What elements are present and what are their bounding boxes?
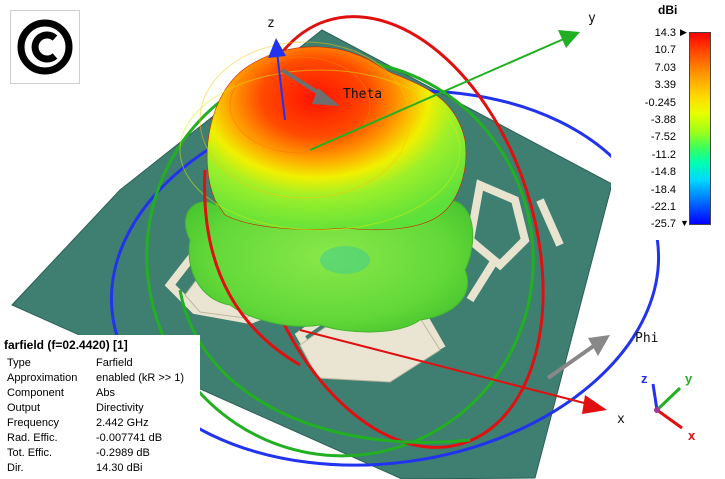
info-row-label: Output: [7, 402, 41, 414]
info-row-label: Type: [7, 357, 31, 369]
colorbar-max-arrow-icon: ▶: [680, 27, 687, 37]
x-axis-label: x: [617, 412, 625, 427]
info-row-label: Tot. Effic.: [7, 447, 53, 459]
z-axis-label: z: [267, 16, 275, 31]
colorbar-unit: dBi: [658, 3, 678, 17]
colorbar-tick-label: 14.3: [654, 27, 676, 39]
colorbar-min-arrow-icon: ▼: [680, 218, 689, 228]
triad-z-label: z: [641, 371, 648, 386]
colorbar-tick-label: 7.03: [654, 61, 676, 74]
colorbar-tick-label: 10.7: [654, 44, 676, 57]
colorbar-tick-label: -18.4: [650, 183, 676, 196]
colorbar-tick-label: -0.245: [644, 96, 676, 109]
info-row-label: Dir.: [7, 462, 24, 474]
y-axis-label: y: [588, 11, 596, 26]
info-row-value: Directivity: [96, 402, 144, 414]
info-row-value: -0.007741 dB: [96, 432, 163, 444]
info-row-value: enabled (kR >> 1): [96, 372, 185, 384]
triad-x-label: x: [688, 428, 696, 443]
info-row-label: Rad. Effic.: [7, 432, 58, 444]
info-row-label: Frequency: [7, 417, 59, 429]
info-row-value: Farfield: [96, 357, 133, 369]
phi-label: Phi: [635, 331, 658, 346]
info-row-value: -0.2989 dB: [96, 447, 150, 459]
info-row-label: Component: [7, 387, 64, 399]
orientation-triad[interactable]: x y z: [641, 371, 696, 443]
colorbar-tick-label: -11.2: [651, 148, 676, 161]
info-row-value: Abs: [96, 387, 115, 399]
colorbar-tick-label: -7.52: [650, 131, 676, 144]
colorbar-tick-label: -3.88: [650, 114, 676, 126]
info-row-value: 14.30 dBi: [96, 462, 143, 474]
triad-x-axis: [656, 408, 683, 430]
triad-origin: [654, 407, 660, 413]
info-title: farfield (f=02.4420) [1]: [4, 338, 128, 352]
triad-y-axis: [655, 386, 682, 412]
copyright-c-logo: [10, 10, 80, 84]
copyright-c-icon: [17, 19, 73, 75]
triad-y-label: y: [685, 371, 693, 386]
pattern-null-spot: [320, 246, 370, 274]
info-row-label: Approximation: [7, 372, 78, 384]
farfield-info-panel: farfield (f=02.4420) [1] Type Farfield App…: [0, 335, 200, 479]
info-row-value: 2.442 GHz: [96, 417, 149, 429]
colorbar-tick-label: -25.7: [650, 218, 676, 231]
triad-z-axis: [651, 383, 659, 411]
colorbar-tick-label: -22.1: [650, 201, 676, 213]
colorbar-tick-label: 3.39: [654, 79, 676, 92]
theta-label: Theta: [343, 87, 382, 102]
colorbar-tick-label: -14.8: [650, 166, 676, 179]
colorbar-gradient: [689, 32, 711, 225]
